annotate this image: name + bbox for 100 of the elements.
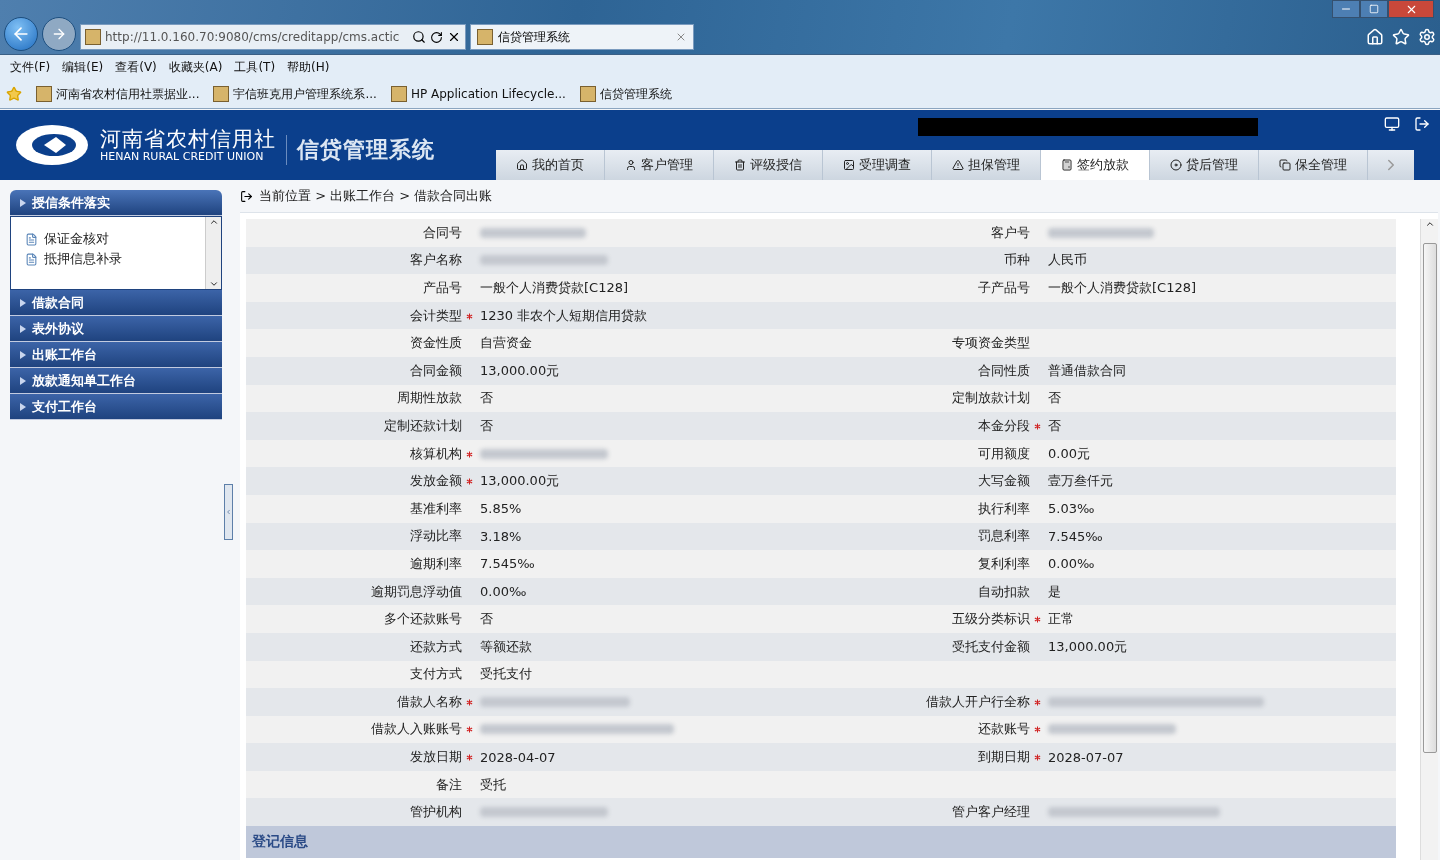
- nav-tab[interactable]: 受理调查: [823, 150, 932, 180]
- nav-tab[interactable]: 担保管理: [932, 150, 1041, 180]
- field-label: 借款人名称: [397, 692, 463, 711]
- field-label: 客户名称: [410, 251, 463, 270]
- field-value: 2028-07-07: [1047, 749, 1125, 765]
- browser-tab[interactable]: 信贷管理系统: [470, 24, 694, 50]
- close-button[interactable]: [1388, 0, 1434, 18]
- sidebar-section[interactable]: 出账工作台: [10, 342, 222, 368]
- field-label: 资金性质: [410, 334, 463, 353]
- field-label: 本金分段: [978, 416, 1031, 435]
- monitor-icon[interactable]: [1384, 116, 1400, 132]
- field-value: 否: [479, 416, 494, 435]
- caret-icon: [20, 198, 26, 207]
- field-value: 5.03‰: [1047, 501, 1096, 517]
- tab-icon: [952, 159, 964, 171]
- field-value: 人民币: [1047, 251, 1088, 270]
- back-button[interactable]: [4, 17, 38, 51]
- field-label: 借款人开户行全称: [926, 692, 1031, 711]
- field-label: 会计类型: [410, 306, 463, 325]
- field-value: 5.85%: [479, 501, 523, 517]
- settings-icon[interactable]: [1418, 28, 1436, 46]
- field-label: 专项资金类型: [952, 334, 1031, 353]
- field-label: 支付方式: [410, 665, 463, 684]
- favorite-link[interactable]: 宇信班克用户管理系统系...: [213, 85, 377, 103]
- field-value: 1230 非农个人短期信用贷款: [479, 306, 649, 325]
- field-label: 受托支付金额: [952, 637, 1031, 656]
- field-label: 浮动比率: [410, 527, 463, 546]
- collapse-handle[interactable]: [224, 484, 233, 540]
- field-label: 逾期罚息浮动值: [371, 582, 463, 601]
- nav-tab[interactable]: 签约放款: [1041, 150, 1150, 180]
- favorite-link[interactable]: 河南省农村信用社票据业...: [36, 85, 200, 103]
- nav-tab[interactable]: 保全管理: [1259, 150, 1368, 180]
- field-value: 普通借款合同: [1047, 361, 1127, 380]
- star-icon[interactable]: [1392, 28, 1410, 46]
- home-icon[interactable]: [1366, 28, 1384, 46]
- caret-icon: [20, 324, 26, 333]
- field-value: 受托支付: [479, 665, 533, 684]
- field-label: 罚息利率: [978, 527, 1031, 546]
- forward-button[interactable]: [42, 17, 76, 51]
- tab-icon: [625, 159, 637, 171]
- tab-icon: [516, 159, 528, 171]
- favorite-link[interactable]: HP Application Lifecycle...: [390, 86, 566, 102]
- menu-item[interactable]: 收藏夹(A): [162, 59, 229, 76]
- field-value: 自营资金: [479, 334, 533, 353]
- scrollbar[interactable]: [1420, 219, 1438, 860]
- menu-item[interactable]: 查看(V): [109, 59, 163, 76]
- field-value: 一般个人消费贷款[C128]: [1047, 279, 1198, 297]
- field-value: 7.545‰: [1047, 528, 1104, 544]
- location-icon: [240, 189, 253, 203]
- field-value: 13,000.00元: [479, 361, 561, 380]
- menu-item[interactable]: 工具(T): [228, 59, 282, 76]
- page-icon: [390, 86, 407, 102]
- field-label: 合同号: [423, 223, 463, 242]
- minimize-button[interactable]: [1332, 0, 1360, 18]
- sidebar-section[interactable]: 授信条件落实: [10, 190, 222, 216]
- page-icon: [477, 29, 493, 45]
- scroll-up-icon[interactable]: [1424, 219, 1435, 229]
- field-label: 周期性放款: [397, 389, 463, 408]
- field-label: 到期日期: [978, 748, 1031, 767]
- field-value: 否: [479, 610, 494, 629]
- field-label: 借款人入账账号: [371, 720, 463, 739]
- sidebar-section[interactable]: 放款通知单工作台: [10, 368, 222, 394]
- document-icon: [25, 233, 38, 246]
- sidebar-item[interactable]: 抵押信息补录: [25, 251, 122, 268]
- tab-icon: [1061, 159, 1073, 171]
- menu-item[interactable]: 编辑(E): [56, 59, 110, 76]
- logout-icon[interactable]: [1414, 116, 1430, 132]
- menu-item[interactable]: 帮助(H): [281, 59, 336, 76]
- nav-tab[interactable]: 贷后管理: [1150, 150, 1259, 180]
- field-label: 发放日期: [410, 748, 463, 767]
- sidebar-section[interactable]: 表外协议: [10, 316, 222, 342]
- field-label: 还款方式: [410, 637, 463, 656]
- org-name: 河南省农村信用社: [100, 127, 276, 151]
- tab-icon: [734, 159, 746, 171]
- scrollbar[interactable]: [205, 217, 221, 289]
- favorite-link[interactable]: 信贷管理系统: [579, 85, 672, 103]
- field-value: 0.00元: [1047, 444, 1091, 463]
- field-value: 3.18%: [479, 528, 523, 544]
- refresh-icon[interactable]: [430, 30, 443, 44]
- close-icon[interactable]: [447, 30, 461, 44]
- nav-tab[interactable]: 客户管理: [605, 150, 714, 180]
- field-value: 一般个人消费贷款[C128]: [479, 279, 630, 297]
- field-label: 管护机构: [410, 803, 463, 822]
- address-field[interactable]: http://11.0.160.70:9080/cms/creditapp/cms.actic: [80, 24, 466, 50]
- field-label: 合同性质: [978, 361, 1031, 380]
- restore-button[interactable]: [1360, 0, 1388, 18]
- sidebar-section[interactable]: 借款合同: [10, 290, 222, 316]
- field-value: 2028-04-07: [479, 749, 557, 765]
- sidebar-section[interactable]: 支付工作台: [10, 394, 222, 420]
- scroll-down-icon[interactable]: [208, 279, 219, 289]
- nav-tab[interactable]: 我的首页: [496, 150, 605, 180]
- search-icon[interactable]: [412, 30, 426, 44]
- field-label: 还款账号: [978, 720, 1031, 739]
- nav-tab[interactable]: 评级授信: [714, 150, 823, 180]
- field-label: 自动扣款: [978, 582, 1031, 601]
- menu-item[interactable]: 文件(F): [4, 59, 57, 76]
- scroll-up-icon[interactable]: [208, 217, 219, 227]
- page-icon: [36, 86, 52, 102]
- page-icon: [85, 29, 101, 45]
- sidebar-item[interactable]: 保证金核对: [25, 231, 122, 248]
